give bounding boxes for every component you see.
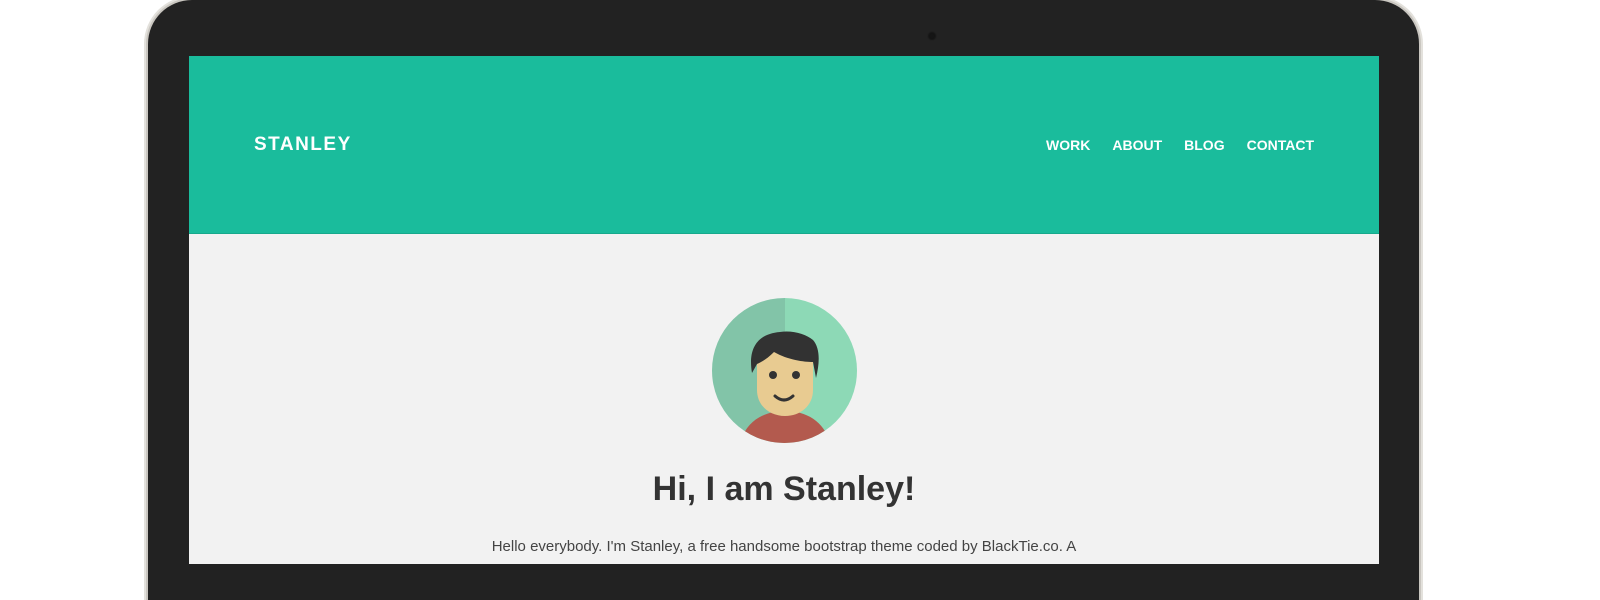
- browser-viewport: STANLEY WORK ABOUT BLOG CONTACT Hi, I am…: [189, 56, 1379, 564]
- avatar-icon: [712, 298, 857, 443]
- camera-dot: [927, 31, 937, 41]
- hero-title: Hi, I am Stanley!: [652, 470, 916, 508]
- nav-work[interactable]: WORK: [1046, 137, 1090, 153]
- brand-logo[interactable]: STANLEY: [254, 134, 352, 156]
- site-header: STANLEY WORK ABOUT BLOG CONTACT: [189, 56, 1379, 234]
- hero-intro: Hello everybody. I'm Stanley, a free han…: [491, 538, 1077, 555]
- nav-about[interactable]: ABOUT: [1112, 137, 1162, 153]
- nav-blog[interactable]: BLOG: [1184, 137, 1224, 153]
- nav-contact[interactable]: CONTACT: [1247, 137, 1314, 153]
- main-nav: WORK ABOUT BLOG CONTACT: [1046, 137, 1314, 153]
